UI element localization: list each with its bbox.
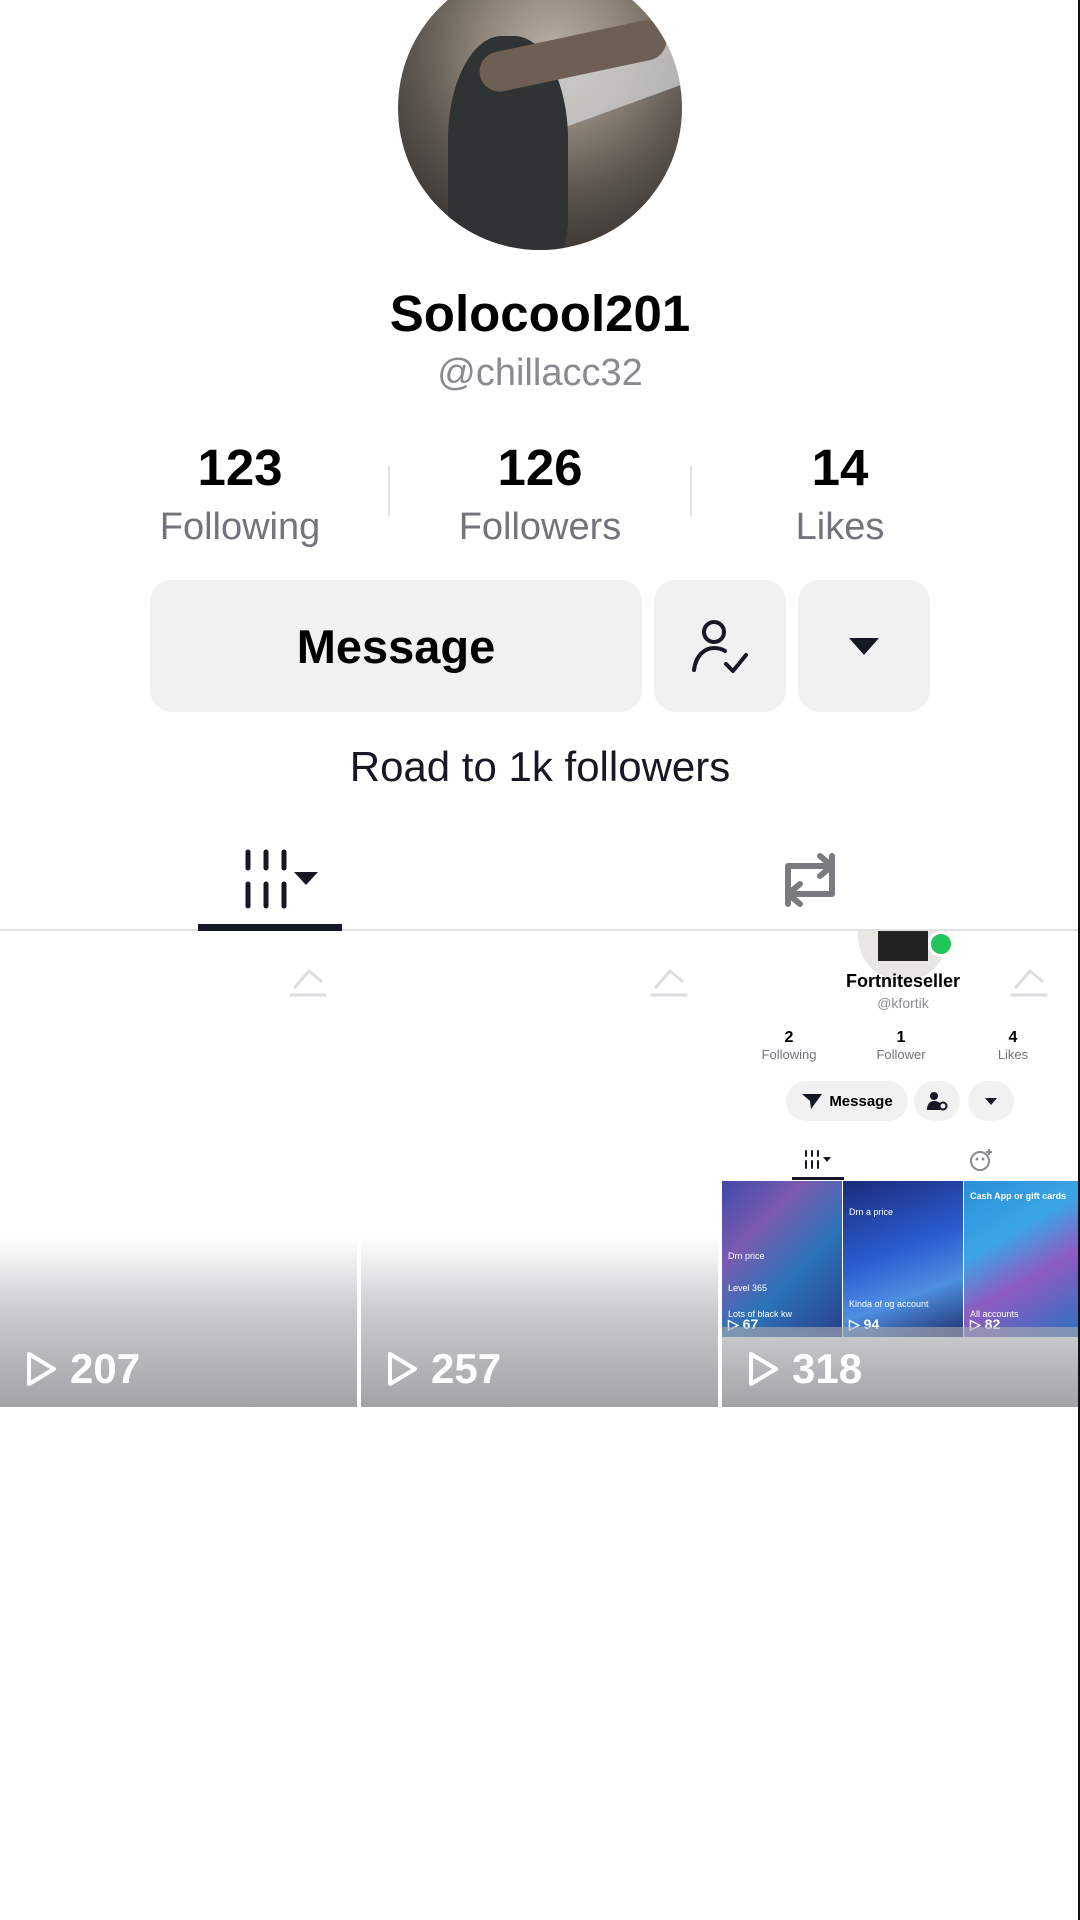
embedded-likes-count: 4 (1008, 1029, 1018, 1046)
embedded-follow-button (914, 1081, 960, 1121)
profile-bio: Road to 1k followers (349, 743, 731, 790)
embedded-followers-label: Follower (876, 1047, 926, 1062)
grid-icon (245, 849, 318, 909)
stat-following[interactable]: 123 Following (120, 438, 360, 552)
followers-count: 126 (497, 439, 583, 496)
stat-divider (388, 466, 390, 516)
embedded-video-thumbnail: Drn a price Kinda of og account ▷ 94 (843, 1181, 963, 1337)
pin-icon (289, 968, 327, 997)
embedded-active-tab (792, 1177, 844, 1180)
embedded-video-thumbnail: Cash App or gift cards All accounts ▷ 82 (964, 1181, 1078, 1337)
embedded-followers-count: 1 (896, 1029, 906, 1046)
person-settings-icon (927, 1092, 948, 1111)
embedded-message-button: Message (786, 1081, 908, 1121)
thumbnail-caption: Kinda of og account (849, 1299, 929, 1309)
view-count-text: 257 (431, 1345, 502, 1392)
play-icon (388, 1352, 417, 1386)
grid-icon (805, 1150, 831, 1169)
play-icon (27, 1352, 56, 1386)
display-name: Solocool201 (389, 285, 691, 342)
thumbnail-caption: Cash App or gift cards (970, 1191, 1067, 1201)
likes-label: Likes (795, 506, 885, 548)
more-options-button[interactable] (798, 580, 930, 712)
likes-count: 14 (811, 439, 869, 496)
username-handle: @chillacc32 (437, 352, 643, 394)
thumbnail-caption: Drn a price (849, 1207, 894, 1217)
embedded-likes-label: Likes (997, 1047, 1029, 1062)
view-count-text: 207 (70, 1345, 141, 1392)
pin-icon (1010, 968, 1048, 997)
pin-icon (650, 968, 688, 997)
embedded-video-thumbnail: Drn price Level 365 Lots of black kw ▷ 6… (722, 1181, 842, 1337)
online-indicator (928, 931, 954, 957)
video-tile[interactable]: 257 (361, 931, 718, 1407)
view-count: 318 (746, 1345, 862, 1393)
thumbnail-caption: Drn price (728, 1251, 765, 1261)
following-count: 123 (197, 439, 283, 496)
view-count: 207 (24, 1345, 140, 1393)
following-status-button[interactable] (654, 580, 786, 712)
liked-videos-icon (970, 1149, 992, 1171)
send-icon (802, 1094, 823, 1109)
message-button[interactable]: Message (150, 580, 642, 712)
view-count-text: 318 (792, 1345, 863, 1392)
stat-divider (690, 466, 692, 516)
stat-likes[interactable]: 14 Likes (720, 438, 960, 552)
caret-down-icon (985, 1098, 997, 1105)
thumbnail-caption: Level 365 (728, 1283, 768, 1293)
person-check-icon (692, 620, 748, 673)
stat-followers[interactable]: 126 Followers (420, 438, 660, 552)
embedded-following-label: Following (761, 1047, 817, 1062)
embedded-stat-likes: 4 Likes (968, 1029, 1058, 1062)
video-tile[interactable]: 207 (0, 931, 357, 1407)
embedded-message-label: Message (829, 1092, 893, 1110)
tab-videos[interactable] (198, 830, 342, 930)
tab-reposts[interactable] (760, 830, 860, 930)
embedded-stat-following: 2 Following (744, 1029, 834, 1062)
embedded-following-count: 2 (784, 1029, 794, 1046)
profile-avatar[interactable] (398, 0, 682, 250)
repost-icon (785, 853, 835, 907)
video-tile[interactable]: Fortniteseller @kfortik 2 Following 1 Fo… (722, 931, 1078, 1407)
active-tab-indicator (198, 924, 342, 931)
caret-down-icon (849, 638, 879, 655)
view-count: 257 (385, 1345, 501, 1393)
embedded-more-button (968, 1081, 1014, 1121)
embedded-stat-followers: 1 Follower (856, 1029, 946, 1062)
play-icon (749, 1352, 778, 1386)
following-label: Following (159, 506, 321, 548)
followers-label: Followers (458, 506, 622, 548)
